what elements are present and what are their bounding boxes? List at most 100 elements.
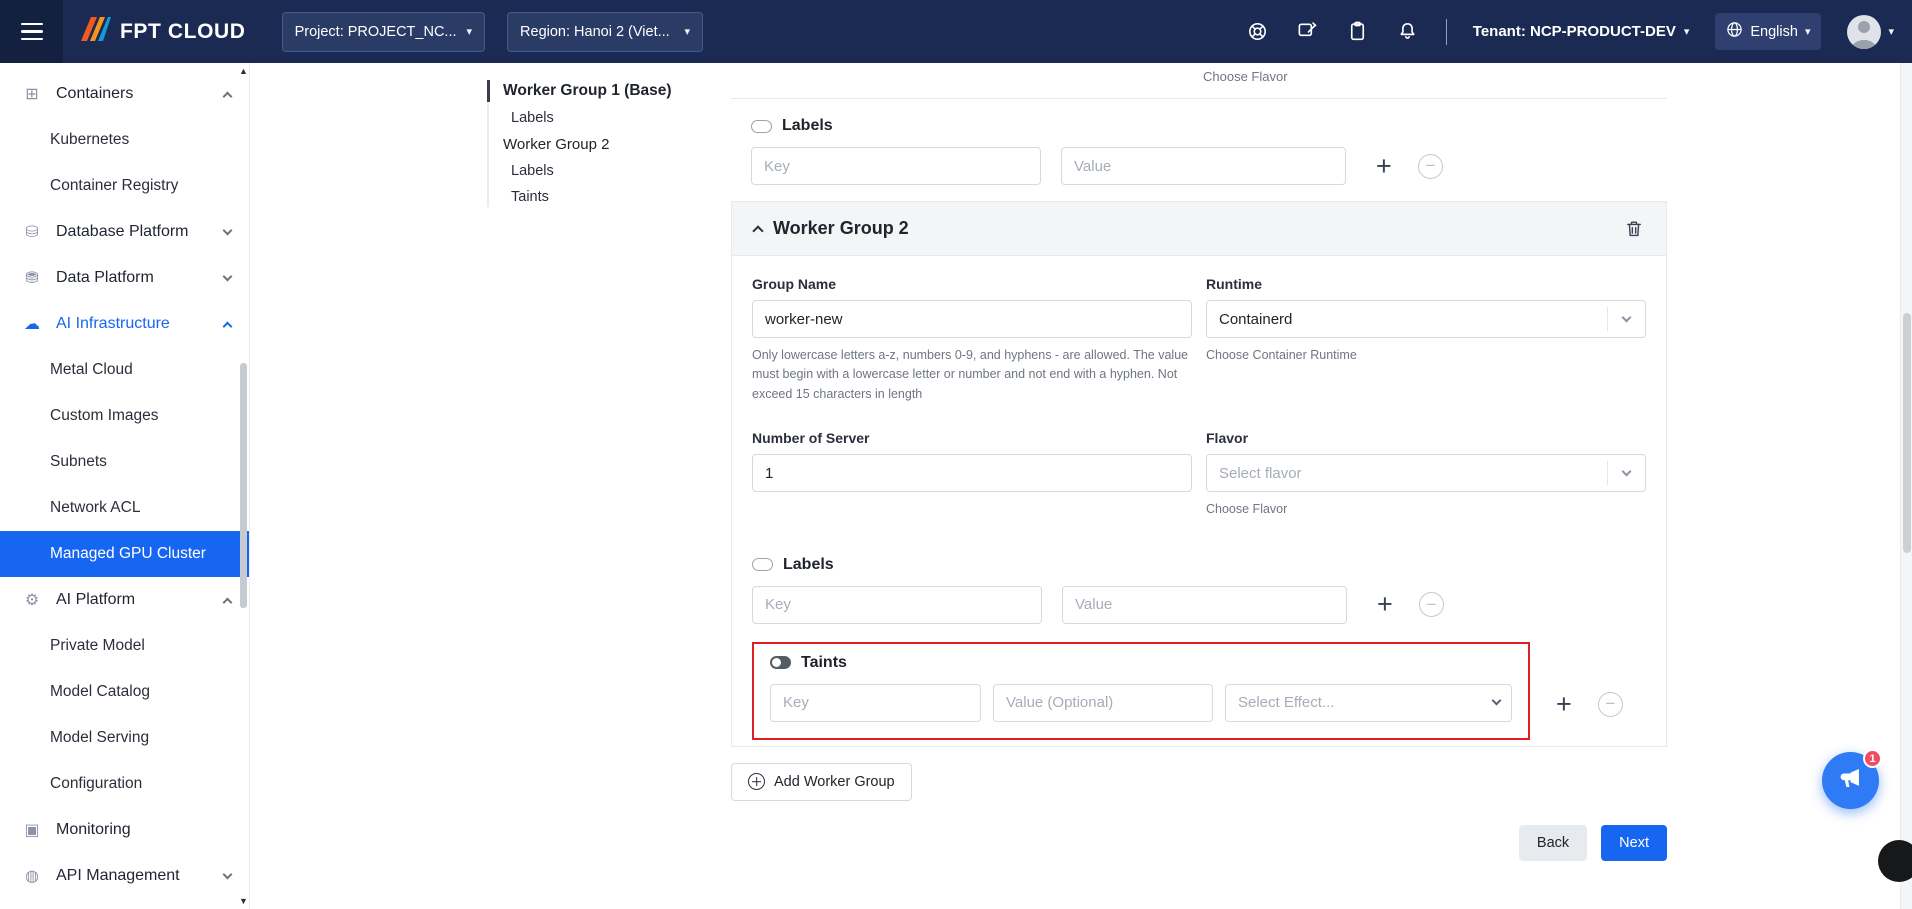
sidebar-item-private-model[interactable]: Private Model	[0, 623, 249, 669]
menu-button[interactable]	[0, 0, 63, 63]
sidebar-item-kubernetes[interactable]: Kubernetes	[0, 117, 249, 163]
chevron-down-icon	[223, 271, 233, 281]
sidebar-scroll-thumb[interactable]	[240, 363, 247, 608]
sidebar-item-model-serving[interactable]: Model Serving	[0, 715, 249, 761]
wg2-remove-label-button[interactable]: −	[1419, 592, 1444, 617]
wizard-step-worker-group-1-base[interactable]: Worker Group 1 (Base)	[487, 77, 672, 105]
wg1-remove-label-button[interactable]: −	[1418, 154, 1443, 179]
taint-effect-placeholder: Select Effect...	[1238, 694, 1334, 711]
sidebar-item-label: Model Serving	[50, 729, 149, 747]
sidebar-item-label: Containers	[56, 85, 133, 103]
sidebar-item-data-platform[interactable]: ⛃Data Platform	[0, 255, 249, 301]
chevron-up-icon	[223, 597, 233, 607]
sidebar-item-subnets[interactable]: Subnets	[0, 439, 249, 485]
sidebar-item-ai-infrastructure[interactable]: ☁AI Infrastructure	[0, 301, 249, 347]
support-icon[interactable]	[1246, 20, 1270, 44]
clipboard-icon[interactable]	[1346, 20, 1370, 44]
scroll-down-arrow[interactable]: ▼	[238, 896, 249, 906]
add-worker-group-button[interactable]: Add Worker Group	[731, 763, 912, 801]
wg1-label-key-input[interactable]	[751, 147, 1041, 185]
sidebar-item-label: Database Platform	[56, 223, 189, 241]
wg2-label-value-input[interactable]	[1062, 586, 1347, 624]
chevron-down-icon	[1607, 461, 1645, 485]
wizard-step-worker-group-2[interactable]: Worker Group 2	[487, 131, 672, 158]
delete-worker-group-icon[interactable]	[1624, 219, 1644, 239]
wg2-labels-section: Labels + −	[752, 556, 1646, 624]
scroll-up-arrow[interactable]: ▲	[238, 66, 249, 76]
floating-widget-partial[interactable]	[1878, 840, 1912, 882]
wizard-step-labels[interactable]: Labels	[487, 158, 672, 184]
add-taint-button[interactable]: +	[1556, 691, 1572, 718]
sidebar-item-metal-cloud[interactable]: Metal Cloud	[0, 347, 249, 393]
project-selector[interactable]: Project: PROJECT_NC... ▾	[282, 12, 485, 52]
chevron-down-icon	[1481, 701, 1511, 704]
number-of-server-input[interactable]	[752, 454, 1192, 492]
remove-taint-button[interactable]: −	[1598, 692, 1623, 717]
sidebar-item-label: Managed GPU Cluster	[50, 545, 206, 563]
tenant-selector[interactable]: Tenant: NCP-PRODUCT-DEV ▾	[1473, 23, 1690, 40]
wg1-flavor-hint: Choose Flavor	[731, 69, 1667, 84]
taint-key-input[interactable]	[770, 684, 981, 722]
language-selector[interactable]: English ▾	[1715, 13, 1821, 50]
monitoring-icon: ▣	[20, 820, 44, 840]
wg1-label-value-input[interactable]	[1061, 147, 1346, 185]
wg1-add-label-button[interactable]: +	[1376, 153, 1392, 180]
logo-text: FPT CLOUD	[120, 20, 246, 44]
runtime-hint: Choose Container Runtime	[1206, 346, 1646, 365]
sidebar-item-label: Kubernetes	[50, 131, 129, 149]
group-name-input[interactable]	[752, 300, 1192, 338]
taint-value-input[interactable]	[993, 684, 1213, 722]
next-button[interactable]: Next	[1601, 825, 1667, 861]
wg2-label-key-input[interactable]	[752, 586, 1042, 624]
page-scroll-thumb[interactable]	[1903, 313, 1911, 553]
main-content: Worker Group 1 (Base)LabelsWorker Group …	[250, 63, 1912, 909]
worker-group-2-header[interactable]: Worker Group 2	[732, 202, 1666, 256]
sidebar-item-label: Subnets	[50, 453, 107, 471]
sidebar-item-label: AI Infrastructure	[56, 315, 170, 333]
labels-section-icon	[751, 120, 772, 133]
user-avatar	[1847, 15, 1881, 49]
sidebar-item-ai-platform[interactable]: ⚙AI Platform	[0, 577, 249, 623]
flavor-placeholder: Select flavor	[1219, 465, 1302, 482]
wizard-footer: Back Next	[731, 825, 1667, 861]
sidebar-item-model-catalog[interactable]: Model Catalog	[0, 669, 249, 715]
sidebar-item-custom-images[interactable]: Custom Images	[0, 393, 249, 439]
notification-bell-icon[interactable]	[1396, 20, 1420, 44]
sidebar-item-monitoring[interactable]: ▣Monitoring	[0, 807, 249, 853]
worker-group-2-title: Worker Group 2	[773, 218, 909, 239]
megaphone-icon	[1837, 765, 1864, 797]
flavor-hint: Choose Flavor	[1206, 500, 1646, 519]
page-scrollbar[interactable]	[1900, 63, 1912, 909]
worker-groups-form: Choose Flavor Labels + − Worker Group 2	[731, 63, 1667, 861]
user-menu[interactable]: ▾	[1847, 15, 1894, 49]
sidebar-item-managed-gpu-cluster[interactable]: Managed GPU Cluster	[0, 531, 249, 577]
sidebar-item-label: AI Platform	[56, 591, 135, 609]
chevron-down-icon: ▾	[467, 25, 473, 38]
project-selector-label: Project: PROJECT_NC...	[295, 24, 457, 40]
wizard-step-taints[interactable]: Taints	[487, 184, 672, 210]
collapse-chevron-icon[interactable]	[752, 225, 763, 236]
sidebar-item-network-acl[interactable]: Network ACL	[0, 485, 249, 531]
sidebar-item-containers[interactable]: ⊞Containers	[0, 71, 249, 117]
region-selector[interactable]: Region: Hanoi 2 (Viet... ▾	[507, 12, 703, 52]
flavor-select[interactable]: Select flavor	[1206, 454, 1646, 492]
sidebar-item-container-registry[interactable]: Container Registry	[0, 163, 249, 209]
wizard-step-labels[interactable]: Labels	[487, 105, 672, 131]
back-button[interactable]: Back	[1519, 825, 1587, 861]
wg2-add-label-button[interactable]: +	[1377, 591, 1393, 618]
sidebar-item-database-platform[interactable]: ⛁Database Platform	[0, 209, 249, 255]
sidebar-scrollbar[interactable]: ▲ ▼	[238, 63, 249, 909]
chevron-down-icon: ▾	[1888, 25, 1894, 38]
sidebar-item-api-management[interactable]: ◍API Management	[0, 853, 249, 899]
sidebar-item-label: Container Registry	[50, 177, 178, 195]
runtime-select[interactable]: Containerd	[1206, 300, 1646, 338]
labels-section-icon	[752, 558, 773, 571]
runtime-label: Runtime	[1206, 276, 1646, 292]
sidebar-item-label: API Management	[56, 867, 180, 885]
sidebar-item-configuration[interactable]: Configuration	[0, 761, 249, 807]
chevron-down-icon: ▾	[1684, 25, 1690, 38]
feedback-icon[interactable]	[1296, 20, 1320, 44]
announcements-button[interactable]: 1	[1822, 752, 1879, 809]
taint-effect-select[interactable]: Select Effect...	[1225, 684, 1512, 722]
group-name-label: Group Name	[752, 276, 1192, 292]
